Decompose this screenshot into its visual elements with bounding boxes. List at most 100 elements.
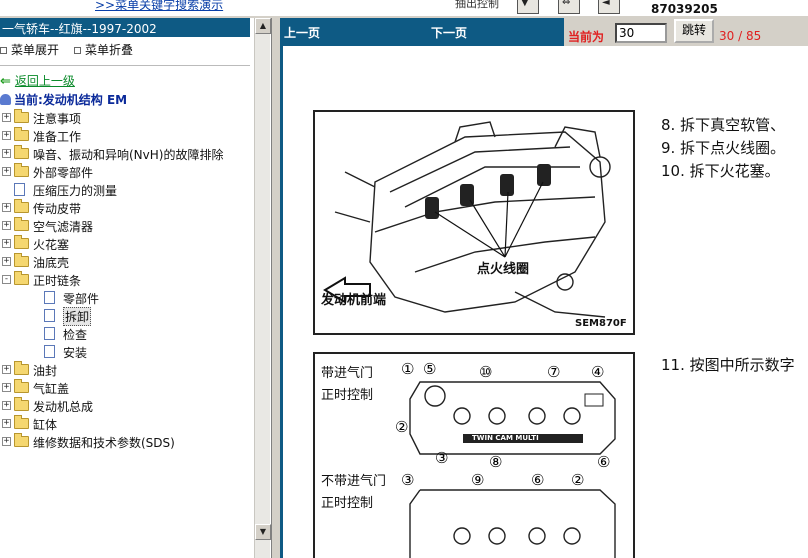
tree-item-label[interactable]: 正时链条 <box>33 272 81 289</box>
tree-item-label[interactable]: 压缩压力的测量 <box>33 182 117 199</box>
expand-icon[interactable]: + <box>2 149 11 158</box>
expand-icon[interactable]: + <box>2 113 11 122</box>
previous-page-button[interactable]: 上一页 <box>284 24 320 41</box>
folder-icon <box>14 145 29 159</box>
next-page-button[interactable]: 下一页 <box>431 24 467 41</box>
tree-item[interactable]: + 火花塞 <box>0 235 250 253</box>
expand-all-button[interactable]: 菜单展开 <box>0 41 59 58</box>
scroll-down-button[interactable]: ▼ <box>255 524 271 540</box>
top-strip: >>菜单关键字搜索演示 抽出控制 ▼ ⇔ ◄ 87039205 <box>0 0 808 16</box>
toolbar-button-2[interactable]: ⇔ <box>558 0 580 14</box>
tree-item-label[interactable]: 拆卸 <box>63 307 92 326</box>
tree-item-label[interactable]: 空气滤清器 <box>33 218 93 235</box>
expand-icon[interactable]: + <box>2 419 11 428</box>
vertical-scrollbar[interactable]: ▲ ▼ <box>254 18 271 558</box>
tree-item-label[interactable]: 噪音、振动和异响(NvH)的故障排除 <box>33 146 223 163</box>
tree-item[interactable]: + 传动皮带 <box>0 199 250 217</box>
back-link[interactable]: 返回上一级 <box>15 74 75 88</box>
tree-item-label[interactable]: 准备工作 <box>33 128 81 145</box>
expand-icon[interactable]: + <box>2 437 11 446</box>
bolt-number: ④ <box>591 363 605 381</box>
back-arrow-icon: ⇐ <box>0 74 11 89</box>
valve-cover-illustration <box>409 381 616 558</box>
back-row: ⇐ 返回上一级 <box>0 72 75 89</box>
document-icon <box>44 309 55 322</box>
tree-item[interactable]: - 正时链条 <box>0 271 250 289</box>
square-icon <box>74 47 81 54</box>
square-icon <box>0 47 7 54</box>
tree-item-label[interactable]: 零部件 <box>63 290 99 307</box>
page-number-input[interactable] <box>615 23 667 43</box>
cover-text: TWIN CAM MULTI <box>472 434 539 442</box>
tree-item[interactable]: + 气缸盖 <box>0 379 250 397</box>
tree-item[interactable]: 拆卸 <box>0 307 250 326</box>
top-number: 87039205 <box>651 2 718 16</box>
bolt-number: ③ <box>401 471 415 489</box>
folder-icon <box>14 433 29 447</box>
current-page-label: 当前为 <box>568 30 605 44</box>
keyword-search-demo-link[interactable]: >>菜单关键字搜索演示 <box>95 0 223 13</box>
toolbar-button-3[interactable]: ◄ <box>598 0 620 14</box>
tree-item-label[interactable]: 气缸盖 <box>33 380 69 397</box>
document-icon <box>44 291 55 304</box>
tree-item[interactable]: 零部件 <box>0 289 250 307</box>
expand-icon[interactable]: + <box>2 203 11 212</box>
step-8: 8. 拆下真空软管、 <box>661 116 786 134</box>
tree-item[interactable]: + 油底壳 <box>0 253 250 271</box>
tree-item[interactable]: 压缩压力的测量 <box>0 181 250 199</box>
expand-icon[interactable]: + <box>2 257 11 266</box>
tree-item-label[interactable]: 油封 <box>33 362 57 379</box>
bolt-number: ⑧ <box>489 453 503 471</box>
expand-icon[interactable]: + <box>2 401 11 410</box>
tree-item[interactable]: + 噪音、振动和异响(NvH)的故障排除 <box>0 145 250 163</box>
folder-icon <box>14 235 29 249</box>
figure-code: SEM870F <box>575 318 627 329</box>
tree-item[interactable]: + 发动机总成 <box>0 397 250 415</box>
tree-item-label[interactable]: 检查 <box>63 326 87 343</box>
tree-item-label[interactable]: 安装 <box>63 344 87 361</box>
expand-icon[interactable]: + <box>2 239 11 248</box>
tree-item-label[interactable]: 缸体 <box>33 416 57 433</box>
collapse-icon[interactable]: - <box>2 275 11 284</box>
bolt-number: ② <box>395 418 409 436</box>
tree-item[interactable]: + 缸体 <box>0 415 250 433</box>
tree-item[interactable]: + 油封 <box>0 361 250 379</box>
scroll-up-button[interactable]: ▲ <box>255 18 271 34</box>
valve-cover-figure: 带进气门 正时控制 不带进气门 正时控制 TWIN CAM MULTI ① ⑤ … <box>313 352 635 558</box>
tree-item-label[interactable]: 注意事项 <box>33 110 81 127</box>
tree-item[interactable]: + 空气滤清器 <box>0 217 250 235</box>
expand-icon[interactable]: + <box>2 167 11 176</box>
tree-item[interactable]: + 准备工作 <box>0 127 250 145</box>
engine-front-label: 发动机前端 <box>321 293 387 308</box>
tree-item-label[interactable]: 维修数据和技术参数(SDS) <box>33 434 175 451</box>
folder-icon <box>14 271 29 285</box>
book-icon <box>0 94 11 105</box>
expand-icon[interactable]: + <box>2 365 11 374</box>
bolt-number: ③ <box>435 449 449 467</box>
tree-item[interactable]: + 注意事项 <box>0 109 250 127</box>
menu-actions: 菜单展开 菜单折叠 <box>0 39 250 57</box>
current-section-label: 当前:发动机结构 EM <box>14 93 128 107</box>
tree-item-label[interactable]: 油底壳 <box>33 254 69 271</box>
expand-icon[interactable]: + <box>2 131 11 140</box>
expand-icon[interactable]: + <box>2 383 11 392</box>
manual-page-content: 点火线圈 发动机前端 SEM870F 带进气门 正时控制 不带进气门 正时控制 … <box>280 46 808 558</box>
collapse-all-button[interactable]: 菜单折叠 <box>74 41 133 58</box>
tree-item[interactable]: 检查 <box>0 325 250 343</box>
jump-button[interactable]: 跳转 <box>674 19 714 43</box>
toolbar-button-1[interactable]: ▼ <box>517 0 539 14</box>
tree-item-label[interactable]: 火花塞 <box>33 236 69 253</box>
step-10: 10. 拆下火花塞。 <box>661 162 780 180</box>
arrow-icon: ▼ <box>521 0 529 8</box>
expand-icon[interactable]: + <box>2 221 11 230</box>
tree-item-label[interactable]: 传动皮带 <box>33 200 81 217</box>
expand-all-label: 菜单展开 <box>11 43 60 57</box>
folder-icon <box>14 361 29 375</box>
tree-item-label[interactable]: 发动机总成 <box>33 398 93 415</box>
tree-item[interactable]: + 外部零部件 <box>0 163 250 181</box>
tree-item-label[interactable]: 外部零部件 <box>33 164 93 181</box>
engine-figure: 点火线圈 发动机前端 SEM870F <box>313 110 635 335</box>
tree-item[interactable]: 安装 <box>0 343 250 361</box>
tree-item[interactable]: + 维修数据和技术参数(SDS) <box>0 433 250 451</box>
folder-icon <box>14 415 29 429</box>
